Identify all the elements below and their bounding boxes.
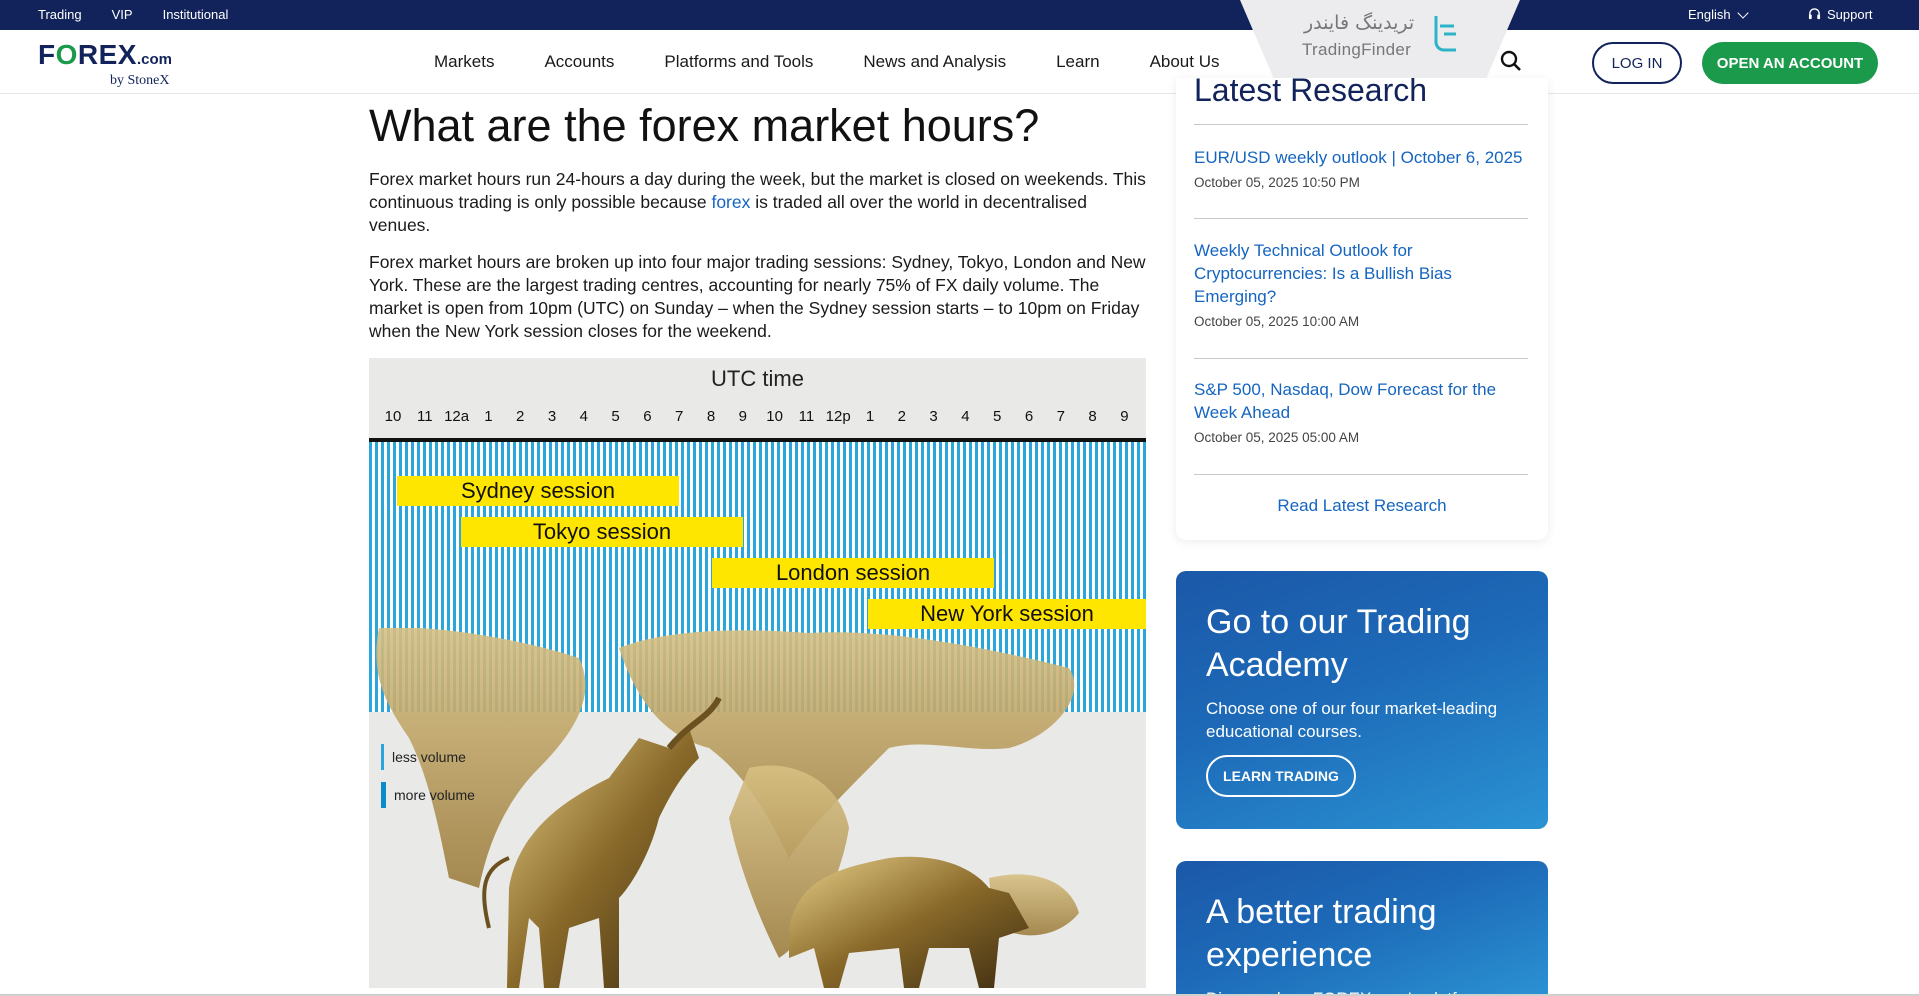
headset-icon: [1808, 8, 1821, 20]
hour-tick-label: 11: [417, 408, 433, 425]
divider: [1194, 474, 1528, 475]
hour-tick-label: 12p: [825, 408, 851, 425]
article-content: What are the forex market hours? Forex m…: [369, 96, 1147, 343]
language-label: English: [1688, 7, 1731, 22]
utility-link-institutional[interactable]: Institutional: [163, 7, 229, 22]
nav-item-about[interactable]: About Us: [1150, 52, 1220, 72]
research-item-date: October 05, 2025 10:50 PM: [1194, 175, 1360, 190]
legend-thick-bar: [381, 782, 386, 808]
tradingfinder-watermark: تریدینگ فایندر TradingFinder: [1240, 0, 1520, 78]
tradingfinder-logo-icon: [1434, 16, 1456, 52]
nav-item-accounts[interactable]: Accounts: [544, 52, 614, 72]
logo-byline: by StoneX: [110, 73, 170, 88]
hour-tick-label: 5: [993, 408, 1002, 425]
hour-tick-label: 7: [675, 408, 684, 425]
hour-tick-label: 5: [611, 408, 620, 425]
watermark-english-text: TradingFinder: [1302, 40, 1412, 59]
forex-link[interactable]: forex: [711, 192, 750, 212]
logo-dotcom: .com: [136, 51, 172, 68]
research-item-title[interactable]: Weekly Technical Outlook for Cryptocurre…: [1194, 239, 1534, 308]
utility-links: Trading VIP Institutional: [38, 7, 228, 22]
hour-tick-label: 10: [766, 408, 783, 425]
new-york-session-bar: New York session: [868, 599, 1146, 629]
support-link[interactable]: Support: [1808, 7, 1873, 22]
hour-tick-label: 4: [579, 408, 588, 425]
open-account-button[interactable]: OPEN AN ACCOUNT: [1702, 42, 1878, 84]
logo-wordmark: FOREX: [38, 39, 137, 70]
forex-logo[interactable]: FOREX.com by StoneX: [38, 39, 172, 88]
legend-less-volume: less volume: [381, 744, 466, 770]
hour-tick-label: 7: [1056, 408, 1065, 425]
search-icon[interactable]: [1500, 50, 1522, 72]
divider: [1194, 358, 1528, 359]
hour-axis: 10 11 12a 1 2 3 4 5 6 7 8 9 10 11 12p 1 2 3 4 5 6 7 8 9: [383, 408, 1143, 428]
support-label: Support: [1827, 7, 1873, 22]
research-item[interactable]: Weekly Technical Outlook for Cryptocurre…: [1194, 239, 1534, 329]
legend-more-volume: more volume: [381, 782, 475, 808]
hour-tick-label: 3: [547, 408, 557, 425]
hour-tick-label: 11: [798, 408, 815, 425]
trading-academy-card: Go to our Trading Academy Choose one of …: [1176, 571, 1548, 829]
nav-item-platforms[interactable]: Platforms and Tools: [664, 52, 813, 72]
chevron-down-icon: [1736, 6, 1749, 19]
article-title: What are the forex market hours?: [369, 100, 1040, 151]
hour-tick-label: 8: [706, 408, 716, 425]
learn-trading-button[interactable]: LEARN TRADING: [1206, 755, 1356, 797]
research-item-title[interactable]: S&P 500, Nasdaq, Dow Forecast for the We…: [1194, 378, 1534, 424]
hour-tick-label: 2: [897, 408, 906, 425]
nav-item-news[interactable]: News and Analysis: [863, 52, 1006, 72]
london-session-bar: London session: [712, 558, 994, 588]
latest-research-card: Latest Research EUR/USD weekly outlook |…: [1176, 78, 1548, 540]
hour-tick-label: 4: [961, 408, 970, 425]
hour-tick-label: 1: [865, 408, 875, 425]
watermark-farsi-text: تریدینگ فایندر: [1304, 12, 1415, 34]
read-latest-research-link[interactable]: Read Latest Research: [1176, 496, 1548, 516]
article-paragraph-1: Forex market hours run 24-hours a day du…: [369, 169, 1146, 235]
hour-tick-label: 6: [1024, 408, 1034, 425]
world-map-with-bull-and-bear-image: [376, 628, 1079, 988]
hour-tick-label: 3: [929, 408, 938, 425]
research-item-date: October 05, 2025 10:00 AM: [1194, 314, 1360, 329]
research-item[interactable]: EUR/USD weekly outlook | October 6, 2025…: [1194, 146, 1534, 190]
research-item-title[interactable]: EUR/USD weekly outlook | October 6, 2025: [1194, 146, 1534, 169]
tokyo-session-bar: Tokyo session: [461, 517, 743, 547]
hour-tick-label: 1: [484, 408, 493, 425]
better-experience-card: A better trading experience Discover how…: [1176, 861, 1548, 996]
divider: [1194, 124, 1528, 125]
main-nav: FOREX.com by StoneX Markets Accounts Pla…: [0, 30, 1919, 94]
hour-tick-label: 2: [516, 408, 525, 425]
infographic-title: UTC time: [711, 366, 804, 391]
hour-tick-label: 10: [384, 408, 402, 425]
hour-tick-label: 12a: [444, 408, 470, 425]
experience-title: A better trading experience: [1206, 893, 1437, 974]
sydney-session-bar: Sydney session: [397, 476, 679, 506]
language-selector[interactable]: English: [1688, 6, 1749, 22]
legend-thin-bar: [381, 744, 384, 770]
research-item-date: October 05, 2025 05:00 AM: [1194, 430, 1360, 445]
research-title: Latest Research: [1194, 78, 1428, 108]
login-button[interactable]: LOG IN: [1592, 42, 1682, 84]
hour-tick-label: 9: [1120, 408, 1129, 425]
nav-item-markets[interactable]: Markets: [434, 52, 494, 72]
academy-text: Choose one of our four market-leading ed…: [1206, 699, 1498, 741]
utility-bar: Trading VIP Institutional English Suppor…: [0, 0, 1919, 30]
market-hours-infographic: UTC time 10 11 12a 1 2 3 4 5 6 7 8 9 10 11 12p 1 2 3 4 5 6 7 8…: [369, 358, 1146, 988]
hour-tick-label: 8: [1088, 408, 1097, 425]
utility-link-trading[interactable]: Trading: [38, 7, 82, 22]
academy-title: Go to our Trading Academy: [1206, 603, 1471, 684]
nav-item-learn[interactable]: Learn: [1056, 52, 1099, 72]
utility-link-vip[interactable]: VIP: [112, 7, 133, 22]
nav-menu: Markets Accounts Platforms and Tools New…: [434, 52, 1270, 72]
article-paragraph-2: Forex market hours are broken up into fo…: [369, 252, 1146, 341]
research-item[interactable]: S&P 500, Nasdaq, Dow Forecast for the We…: [1194, 378, 1534, 445]
hour-tick-label: 6: [643, 408, 652, 425]
hour-tick-label: 9: [738, 408, 747, 425]
divider: [1194, 218, 1528, 219]
